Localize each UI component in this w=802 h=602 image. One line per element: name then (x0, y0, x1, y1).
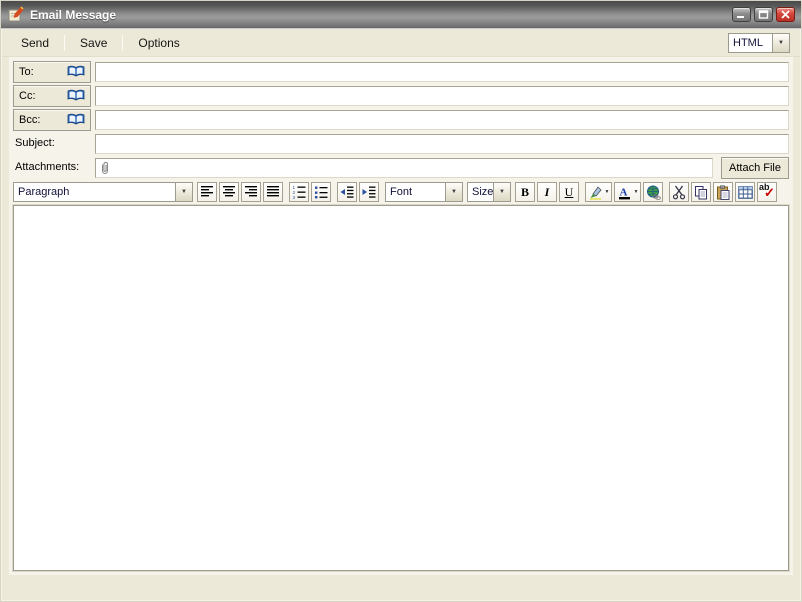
attach-file-button[interactable]: Attach File (721, 157, 789, 179)
to-addressbook-button[interactable]: To: (13, 61, 91, 83)
cc-input[interactable] (95, 86, 789, 106)
minimize-button[interactable] (732, 7, 751, 22)
attachments-input[interactable] (95, 158, 713, 178)
attachments-label: Attachments: (15, 161, 79, 173)
align-center-button[interactable] (219, 182, 239, 202)
justify-icon (266, 185, 280, 199)
font-value: Font (386, 183, 445, 201)
format-toolbar: Paragraph ▼ 123 (13, 181, 789, 203)
to-input[interactable] (95, 62, 789, 82)
bcc-label: Bcc: (19, 114, 40, 126)
spellcheck-button[interactable]: ab ✓ (757, 182, 777, 202)
indent-button[interactable] (359, 182, 379, 202)
chevron-down-icon: ▼ (634, 189, 639, 195)
send-button[interactable]: Send (12, 31, 58, 55)
size-value: Size (468, 183, 493, 201)
message-body-editor[interactable] (13, 205, 789, 571)
size-select[interactable]: Size ▼ (467, 182, 511, 202)
cc-label: Cc: (19, 90, 36, 102)
to-label: To: (19, 66, 34, 78)
options-button[interactable]: Options (129, 31, 188, 55)
align-center-icon (222, 185, 236, 199)
insert-link-button[interactable] (643, 182, 663, 202)
save-button[interactable]: Save (71, 31, 116, 55)
bold-button[interactable]: B (515, 182, 535, 202)
format-mode-value: HTML (729, 34, 772, 52)
window-title: Email Message (30, 8, 116, 22)
bold-icon: B (521, 185, 529, 200)
titlebar[interactable]: Email Message (1, 1, 801, 29)
chevron-down-icon[interactable]: ▼ (493, 183, 510, 201)
attachments-row: Attachments: Attach File (13, 157, 789, 179)
paste-icon (716, 185, 730, 200)
svg-text:3: 3 (293, 195, 296, 199)
bullet-list-icon (314, 185, 328, 199)
compose-icon (7, 6, 24, 23)
address-book-icon (67, 64, 85, 81)
format-mode-select[interactable]: HTML ▼ (728, 33, 790, 53)
underline-icon: U (565, 185, 574, 200)
separator (64, 35, 65, 51)
justify-button[interactable] (263, 182, 283, 202)
maximize-button[interactable] (754, 7, 773, 22)
window-controls (732, 7, 795, 22)
content-panel: To: Cc: (9, 57, 793, 575)
svg-text:A: A (619, 186, 627, 198)
numbered-list-button[interactable]: 123 (289, 182, 309, 202)
copy-button[interactable] (691, 182, 711, 202)
chevron-down-icon[interactable]: ▼ (175, 183, 192, 201)
font-select[interactable]: Font ▼ (385, 182, 463, 202)
subject-input[interactable] (95, 134, 789, 154)
underline-button[interactable]: U (559, 182, 579, 202)
numbered-list-icon: 123 (292, 185, 306, 199)
subject-row: Subject: (13, 133, 789, 155)
bcc-addressbook-button[interactable]: Bcc: (13, 109, 91, 131)
chevron-down-icon: ▼ (605, 189, 610, 195)
cut-icon (672, 185, 686, 200)
address-book-icon (67, 112, 85, 129)
copy-icon (694, 185, 708, 200)
align-left-button[interactable] (197, 182, 217, 202)
bcc-input[interactable] (95, 110, 789, 130)
paste-button[interactable] (713, 182, 733, 202)
italic-button[interactable]: I (537, 182, 557, 202)
to-row: To: (13, 61, 789, 83)
indent-icon (362, 185, 376, 199)
align-left-icon (200, 185, 214, 199)
highlight-icon (588, 185, 603, 200)
align-right-icon (244, 185, 258, 199)
bullet-list-button[interactable] (311, 182, 331, 202)
cc-addressbook-button[interactable]: Cc: (13, 85, 91, 107)
table-icon (738, 186, 753, 199)
paragraph-style-select[interactable]: Paragraph ▼ (13, 182, 193, 202)
align-right-button[interactable] (241, 182, 261, 202)
highlight-color-button[interactable]: ▼ (585, 182, 612, 202)
spellcheck-icon: ab ✓ (759, 184, 775, 200)
chevron-down-icon[interactable]: ▼ (772, 34, 789, 52)
command-bar: Send Save Options HTML ▼ (2, 30, 800, 57)
address-book-icon (67, 88, 85, 105)
chevron-down-icon[interactable]: ▼ (445, 183, 462, 201)
bcc-row: Bcc: (13, 109, 789, 131)
outdent-button[interactable] (337, 182, 357, 202)
font-color-icon: A (617, 185, 632, 200)
separator (122, 35, 123, 51)
close-button[interactable] (776, 7, 795, 22)
paragraph-style-value: Paragraph (14, 183, 175, 201)
subject-label: Subject: (15, 137, 55, 149)
outdent-icon (340, 185, 354, 199)
globe-link-icon (646, 185, 661, 200)
insert-table-button[interactable] (735, 182, 755, 202)
cc-row: Cc: (13, 85, 789, 107)
email-message-window: Email Message Send Save Options HTML ▼ (0, 0, 802, 602)
cut-button[interactable] (669, 182, 689, 202)
font-color-button[interactable]: A ▼ (614, 182, 641, 202)
italic-icon: I (545, 185, 550, 200)
